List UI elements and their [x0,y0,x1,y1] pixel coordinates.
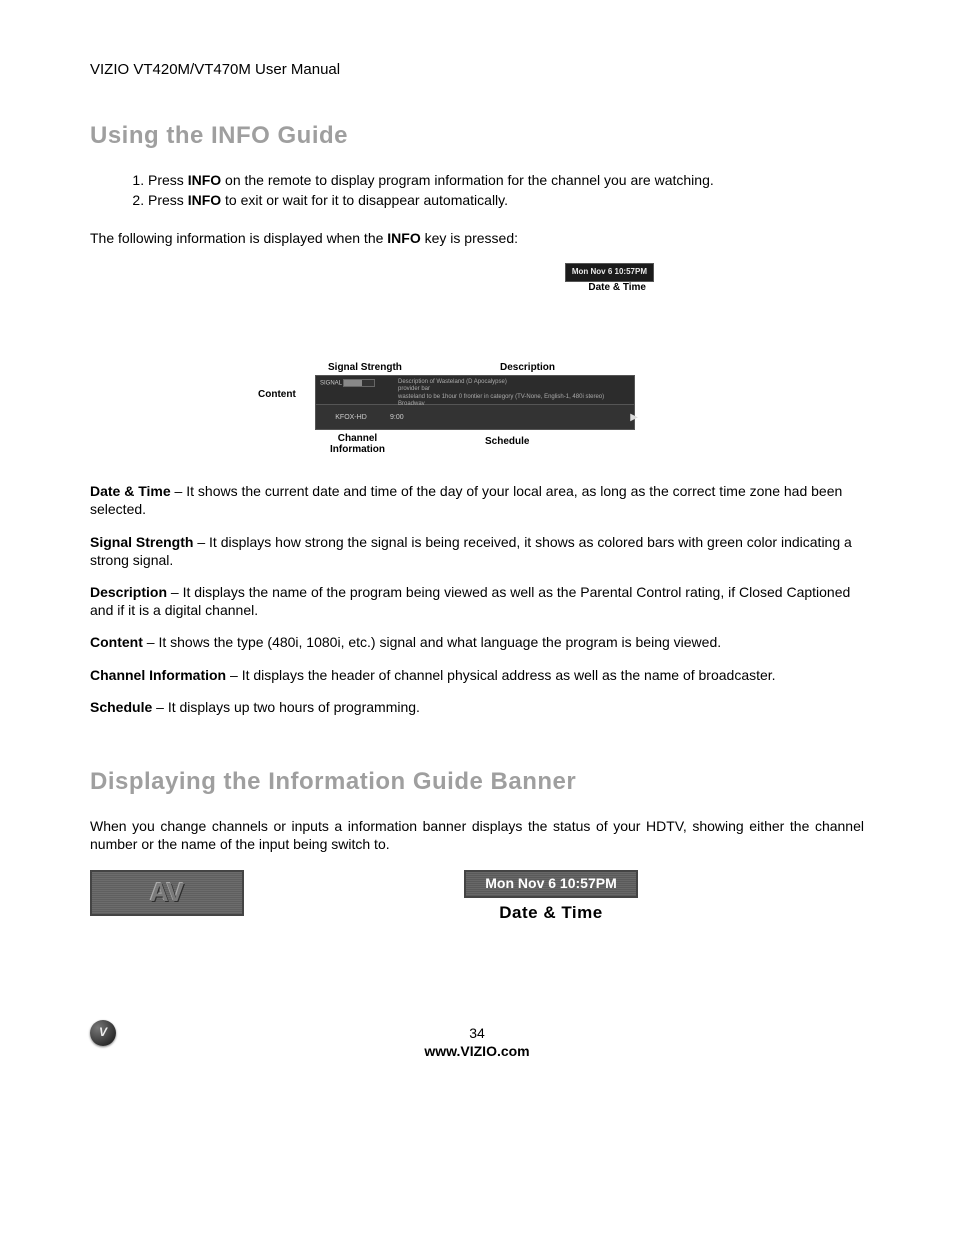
step-2: Press INFO to exit or wait for it to dis… [148,191,864,209]
label-description: Description [500,361,555,374]
label-signal-strength: Signal Strength [328,361,402,374]
banner-examples: AV Mon Nov 6 10:57PM Date & Time [90,870,864,924]
footer-url: www.VIZIO.com [90,1042,864,1060]
definitions: Date & Time – It shows the current date … [90,482,864,716]
datetime-caption: Date & Time [588,281,646,294]
vizio-logo-icon: V [90,1020,116,1046]
osd-panel: SIGNAL Description of Wasteland (D Apoca… [315,375,635,430]
page-number: 34 [90,1024,864,1042]
datetime-banner: Mon Nov 6 10:57PM [464,870,638,898]
steps-list: Press INFO on the remote to display prog… [90,171,864,209]
intro-text: The following information is displayed w… [90,229,864,247]
chevron-right-icon: ▶ [630,411,638,424]
datetime-banner-label: Date & Time [464,902,638,924]
heading-info-banner: Displaying the Information Guide Banner [90,766,864,797]
av-banner: AV [90,870,244,916]
label-schedule: Schedule [485,435,529,448]
signal-bars-icon [343,379,375,387]
label-channel-info: Channel Information [330,433,385,455]
banner-paragraph: When you change channels or inputs a inf… [90,817,864,853]
def-content: Content – It shows the type (480i, 1080i… [90,633,864,651]
def-description: Description – It displays the name of th… [90,583,864,619]
label-content: Content [258,388,296,401]
panel-channel: KFOX-HD [316,413,386,422]
def-channel-info: Channel Information – It displays the he… [90,666,864,684]
datetime-pill: Mon Nov 6 10:57PM [565,263,654,281]
page-footer: V 34 www.VIZIO.com [90,1024,864,1060]
manual-header: VIZIO VT420M/VT470M User Manual [90,60,864,80]
info-diagram: Mon Nov 6 10:57PM Date & Time Signal Str… [90,263,864,468]
step-1: Press INFO on the remote to display prog… [148,171,864,189]
heading-info-guide: Using the INFO Guide [90,120,864,151]
panel-signal: SIGNAL [316,376,394,391]
def-schedule: Schedule – It displays up two hours of p… [90,698,864,716]
def-datetime: Date & Time – It shows the current date … [90,482,864,518]
panel-time: 9:00 [386,413,404,422]
def-signal: Signal Strength – It displays how strong… [90,533,864,569]
